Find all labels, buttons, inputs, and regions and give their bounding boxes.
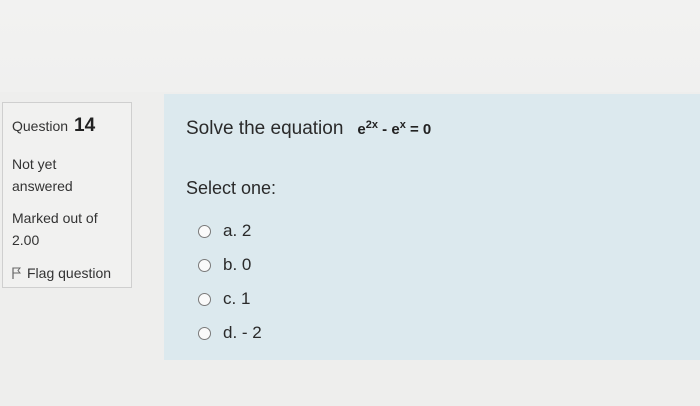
question-number: 14 xyxy=(74,115,96,136)
flag-question-label: Flag question xyxy=(27,265,112,281)
answer-option-a[interactable]: a. 2 xyxy=(198,214,262,248)
answer-radio-c[interactable] xyxy=(198,292,211,306)
answer-radio-b[interactable] xyxy=(198,258,211,272)
answer-option-b[interactable]: b. 0 xyxy=(198,248,262,282)
select-one-label: Select one: xyxy=(186,178,277,198)
question-info-panel: Question 14 Not yet answered Marked out … xyxy=(2,102,132,288)
question-content-panel: Solve the equation e2x - ex = 0 Select o… xyxy=(164,94,700,360)
answer-label-c: c. 1 xyxy=(223,289,251,308)
answer-label-d: d. - 2 xyxy=(223,323,262,342)
question-state: Not yet answered xyxy=(12,156,73,194)
question-word: Question xyxy=(12,118,69,134)
question-text: Solve the equation e2x - ex = 0 xyxy=(186,118,431,140)
answer-radio-a[interactable] xyxy=(198,224,211,238)
page-header-area xyxy=(0,0,700,92)
flag-question-link[interactable]: Flag question xyxy=(12,265,131,281)
equation-exponent-1: 2x xyxy=(365,119,378,131)
question-prompt: Solve the equation xyxy=(186,118,344,139)
equation: e2x - ex = 0 xyxy=(357,119,431,138)
question-number-line: Question 14 xyxy=(12,115,131,137)
answer-radio-d[interactable] xyxy=(198,326,211,340)
answer-options: a. 2 b. 0 c. 1 d. - 2 xyxy=(198,214,262,350)
equation-minus: - xyxy=(378,121,392,138)
answer-label-b: b. 0 xyxy=(223,255,252,274)
question-grade: Marked out of 2.00 xyxy=(12,210,98,248)
answer-option-d[interactable]: d. - 2 xyxy=(198,316,262,350)
equation-base-1: e xyxy=(357,121,366,138)
answer-label-a: a. 2 xyxy=(223,221,252,240)
equation-equals: = 0 xyxy=(405,121,432,138)
flag-icon xyxy=(12,267,21,279)
answer-option-c[interactable]: c. 1 xyxy=(198,282,262,316)
equation-base-2: e xyxy=(391,121,400,138)
